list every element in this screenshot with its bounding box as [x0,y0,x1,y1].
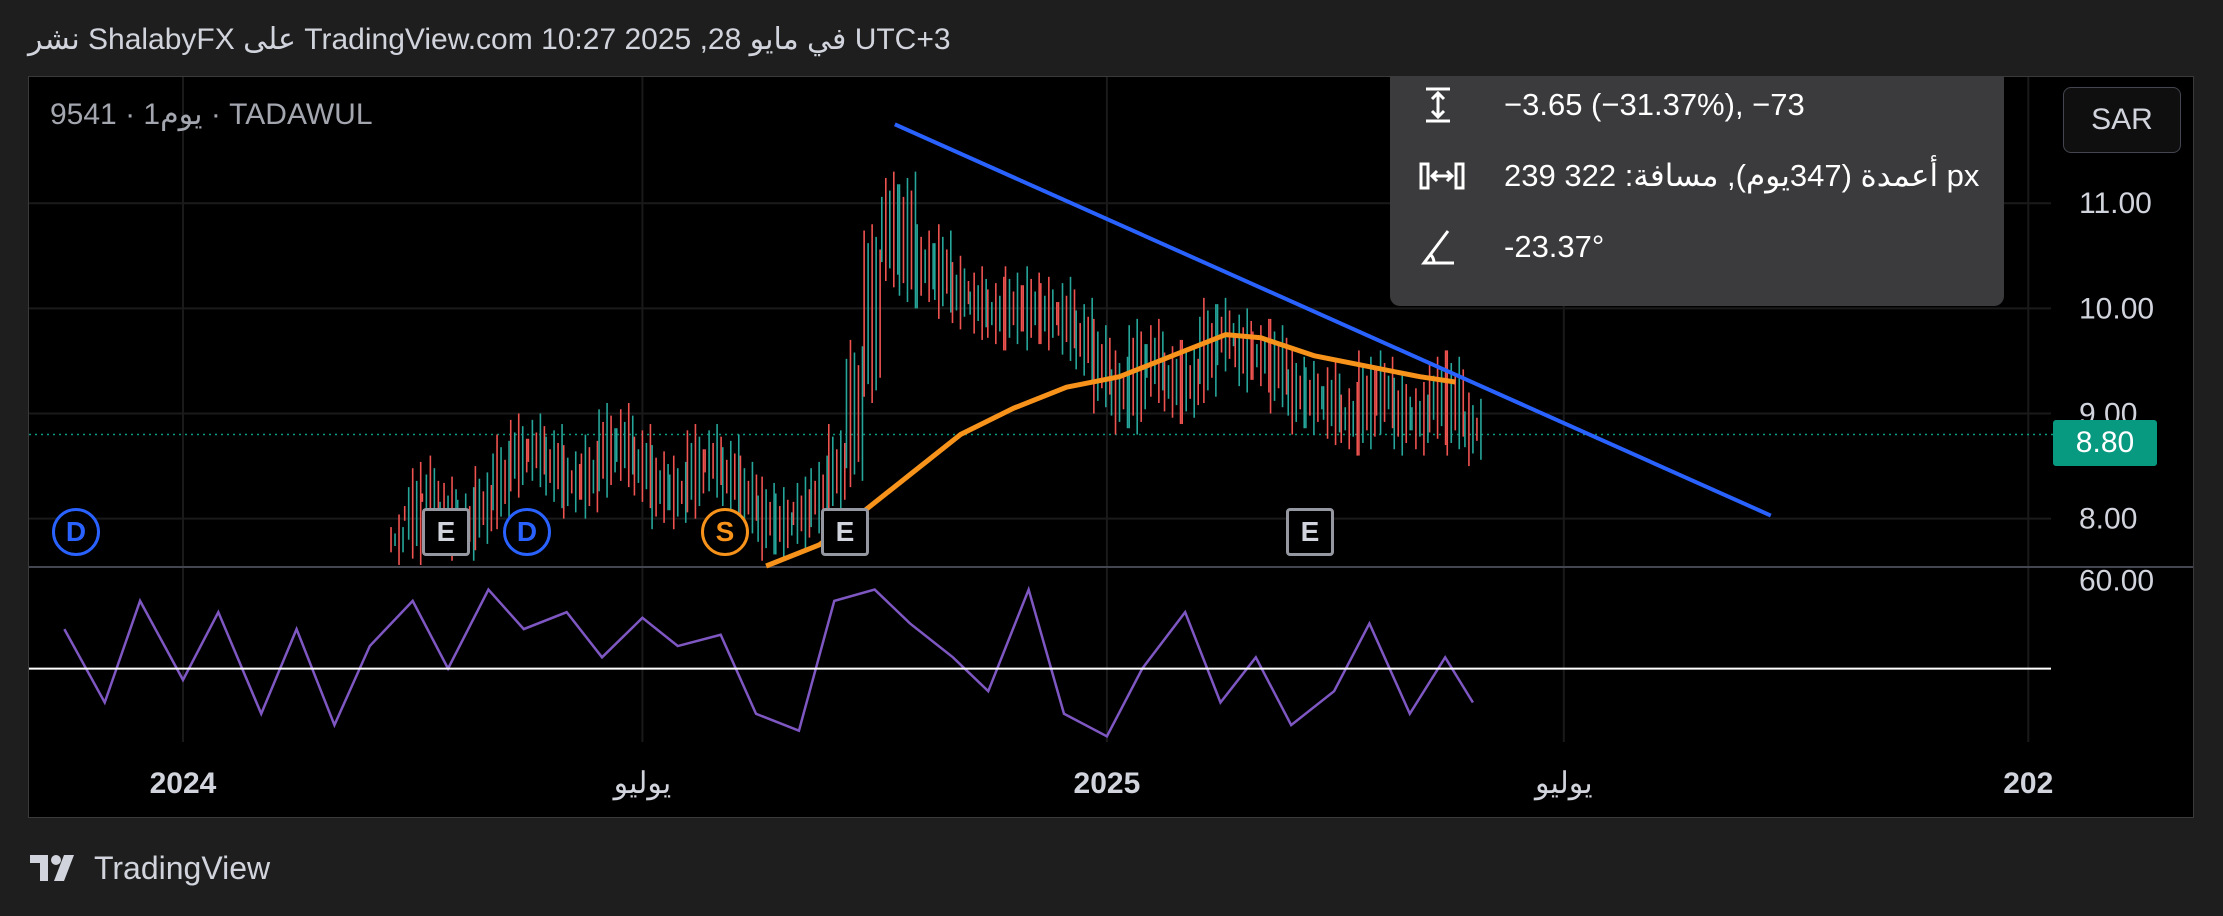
price-tick-label: 10.00 [2079,292,2154,325]
currency-button[interactable]: SAR [2063,87,2181,153]
time-tick-label: يوليو [1533,767,1593,801]
footer-brand: TradingView [94,849,271,886]
time-tick-label: 2024 [150,767,217,800]
time-tick-label: 202 [2003,767,2053,800]
measure-angle-row: -23.37° [1390,223,2004,267]
earnings-event-marker[interactable]: E [821,508,869,556]
split-event-marker[interactable]: S [701,508,749,556]
measure-price-text: −3.65 (−31.37%), −73 [1504,87,1805,122]
angle-icon [1421,230,1454,265]
header: نشر ShalabyFX على TradingView.com في ماي… [0,0,2223,76]
measure-tooltip: −3.65 (−31.37%), −73 239 أعمدة (347يوم),… [1390,76,2004,306]
tradingview-logo-icon [30,855,74,881]
price-tick-label: 11.00 [2079,187,2152,220]
last-price-badge: 8.80 [2053,420,2157,466]
indicator-tick-label: 60.00 [2079,564,2154,597]
dividend-event-marker[interactable]: D [52,508,100,556]
vertical-range-icon [1426,87,1450,123]
measure-angle-text: -23.37° [1504,229,1605,264]
measure-distance-text: 239 أعمدة (347يوم), مسافة: 322 px [1504,158,1980,193]
horizontal-range-icon [1419,162,1465,190]
publish-info: نشر ShalabyFX على TradingView.com في ماي… [28,23,951,56]
indicator-line [63,585,1474,739]
time-tick-label: 2025 [1074,767,1141,800]
footer: TradingView [28,846,270,890]
measure-price-row: −3.65 (−31.37%), −73 [1390,81,2004,125]
dividend-event-marker[interactable]: D [503,508,551,556]
earnings-event-marker[interactable]: E [1286,508,1334,556]
moving-average-line [765,332,1456,569]
symbol-legend: 9541 · 1يوم · TADAWUL [50,98,373,131]
time-tick-label: يوليو [612,767,672,801]
measure-distance-row: 239 أعمدة (347يوم), مسافة: 322 px [1390,152,2004,196]
earnings-event-marker[interactable]: E [422,508,470,556]
price-tick-label: 8.00 [2079,503,2137,536]
